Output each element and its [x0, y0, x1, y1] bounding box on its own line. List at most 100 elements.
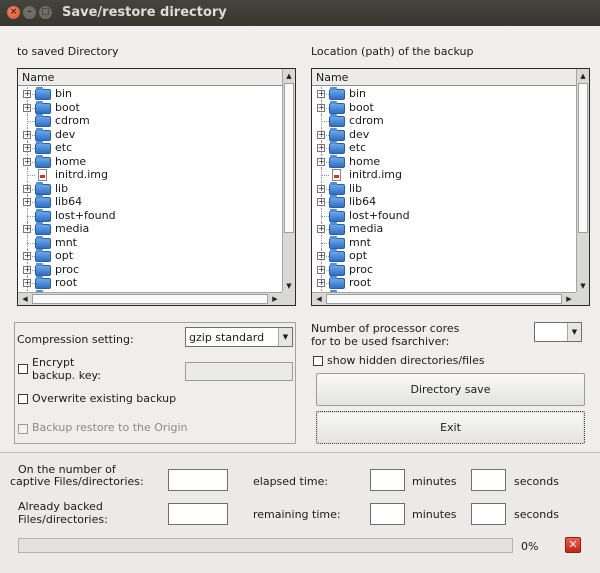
- expand-icon[interactable]: +: [23, 225, 31, 233]
- tree-row[interactable]: + boot: [18, 100, 282, 114]
- scroll-right-arrow-icon[interactable]: ▶: [269, 293, 281, 305]
- tree-row[interactable]: + lib: [18, 181, 282, 195]
- scroll-thumb[interactable]: [32, 294, 268, 304]
- directory-save-button[interactable]: Directory save: [316, 373, 585, 406]
- tree-row[interactable]: + lib64: [18, 195, 282, 209]
- tree-row[interactable]: lost+found: [312, 208, 576, 222]
- scroll-up-arrow-icon[interactable]: ▲: [283, 70, 295, 82]
- cores-select[interactable]: ▼: [534, 322, 582, 342]
- scroll-down-arrow-icon[interactable]: ▼: [577, 280, 589, 292]
- expand-icon[interactable]: +: [23, 144, 31, 152]
- tree-row[interactable]: initrd.img: [312, 168, 576, 182]
- tree-row[interactable]: + etc: [18, 141, 282, 155]
- overwrite-checkbox[interactable]: [18, 394, 28, 404]
- scroll-left-arrow-icon[interactable]: ◀: [19, 293, 31, 305]
- expand-icon[interactable]: +: [317, 90, 325, 98]
- tree-row[interactable]: cdrom: [312, 114, 576, 128]
- scroll-down-arrow-icon[interactable]: ▼: [283, 280, 295, 292]
- folder-icon: [329, 249, 345, 262]
- chevron-down-icon[interactable]: ▼: [567, 323, 581, 341]
- tree-column-header-name[interactable]: Name: [18, 69, 282, 86]
- tree-row[interactable]: + lib: [312, 181, 576, 195]
- folder-icon: [329, 276, 345, 289]
- tree-row[interactable]: initrd.img: [18, 168, 282, 182]
- tree-row[interactable]: cdrom: [18, 114, 282, 128]
- vertical-scrollbar[interactable]: ▲ ▼: [282, 69, 295, 292]
- folder-icon: [35, 141, 51, 154]
- expand-icon[interactable]: +: [317, 130, 325, 139]
- expand-icon[interactable]: +: [317, 225, 325, 233]
- expand-icon[interactable]: +: [317, 184, 325, 193]
- expand-icon[interactable]: +: [23, 184, 31, 193]
- source-directory-tree[interactable]: Name + bin + boot cdrom + dev + etc + home initrd.i…: [17, 68, 296, 306]
- tree-item-label: etc: [55, 141, 73, 154]
- scroll-thumb[interactable]: [578, 83, 588, 233]
- tree-row[interactable]: mnt: [18, 235, 282, 249]
- tree-row[interactable]: + opt: [312, 249, 576, 263]
- window-close-button[interactable]: ×: [7, 6, 20, 19]
- tree-row[interactable]: + media: [312, 222, 576, 236]
- scroll-thumb[interactable]: [284, 83, 294, 233]
- window-minimize-button[interactable]: –: [23, 6, 36, 19]
- scroll-right-arrow-icon[interactable]: ▶: [563, 293, 575, 305]
- tree-row[interactable]: mnt: [312, 235, 576, 249]
- tree-item-label: initrd.img: [55, 168, 108, 181]
- encrypt-checkbox[interactable]: [18, 364, 28, 374]
- tree-column-header-name[interactable]: Name: [312, 69, 576, 86]
- compression-select[interactable]: gzip standard ▼: [185, 327, 293, 347]
- show-hidden-checkbox[interactable]: [313, 356, 323, 366]
- folder-icon: [329, 262, 345, 276]
- expand-icon[interactable]: +: [317, 279, 325, 287]
- tree-row[interactable]: + boot: [312, 100, 576, 114]
- scroll-thumb[interactable]: [326, 294, 562, 304]
- tree-row[interactable]: + proc: [18, 262, 282, 276]
- tree-line: [27, 215, 35, 217]
- chevron-down-icon[interactable]: ▼: [278, 328, 292, 346]
- tree-row[interactable]: + etc: [312, 141, 576, 155]
- tree-row[interactable]: + bin: [312, 87, 576, 101]
- encryption-key-input[interactable]: [185, 362, 293, 381]
- expand-icon[interactable]: +: [23, 279, 31, 287]
- expand-icon[interactable]: +: [317, 144, 325, 152]
- expand-icon[interactable]: +: [317, 252, 325, 260]
- expand-icon[interactable]: +: [23, 90, 31, 98]
- vertical-scrollbar[interactable]: ▲ ▼: [576, 69, 589, 292]
- expand-icon[interactable]: +: [317, 198, 325, 206]
- tree-row[interactable]: + dev: [18, 127, 282, 141]
- encrypt-label: Encrypt: [32, 356, 75, 369]
- expand-icon[interactable]: +: [23, 198, 31, 206]
- tree-row[interactable]: + lib64: [312, 195, 576, 209]
- exit-button[interactable]: Exit: [316, 411, 585, 444]
- elapsed-seconds-label: seconds: [514, 475, 559, 488]
- tree-row[interactable]: + proc: [312, 262, 576, 276]
- horizontal-scrollbar[interactable]: ◀ ▶: [18, 292, 282, 305]
- cancel-button[interactable]: ✕: [565, 537, 581, 553]
- expand-icon[interactable]: +: [317, 103, 325, 112]
- tree-item-label: home: [55, 154, 87, 168]
- tree-row[interactable]: + root: [18, 276, 282, 290]
- window-maximize-button[interactable]: □: [39, 6, 52, 19]
- scroll-up-arrow-icon[interactable]: ▲: [577, 70, 589, 82]
- expand-icon[interactable]: +: [23, 130, 31, 139]
- expand-icon[interactable]: +: [317, 157, 325, 166]
- expand-icon[interactable]: +: [23, 252, 31, 260]
- backup-location-tree[interactable]: Name + bin + boot cdrom + dev + etc + home initrd.i…: [311, 68, 590, 306]
- tree-row[interactable]: + bin: [18, 87, 282, 101]
- tree-item-label: cdrom: [349, 114, 384, 127]
- expand-icon[interactable]: +: [317, 265, 325, 274]
- tree-row[interactable]: + home: [18, 154, 282, 168]
- expand-icon[interactable]: +: [23, 103, 31, 112]
- expand-icon[interactable]: +: [23, 157, 31, 166]
- expand-icon[interactable]: +: [23, 265, 31, 274]
- tree-row[interactable]: + root: [312, 276, 576, 290]
- tree-line: [27, 175, 35, 176]
- restore-origin-checkbox[interactable]: [18, 424, 28, 434]
- tree-row[interactable]: + home: [312, 154, 576, 168]
- tree-row[interactable]: + media: [18, 222, 282, 236]
- folder-icon: [35, 100, 51, 114]
- tree-row[interactable]: lost+found: [18, 208, 282, 222]
- horizontal-scrollbar[interactable]: ◀ ▶: [312, 292, 576, 305]
- tree-row[interactable]: + dev: [312, 127, 576, 141]
- scroll-left-arrow-icon[interactable]: ◀: [313, 293, 325, 305]
- tree-row[interactable]: + opt: [18, 249, 282, 263]
